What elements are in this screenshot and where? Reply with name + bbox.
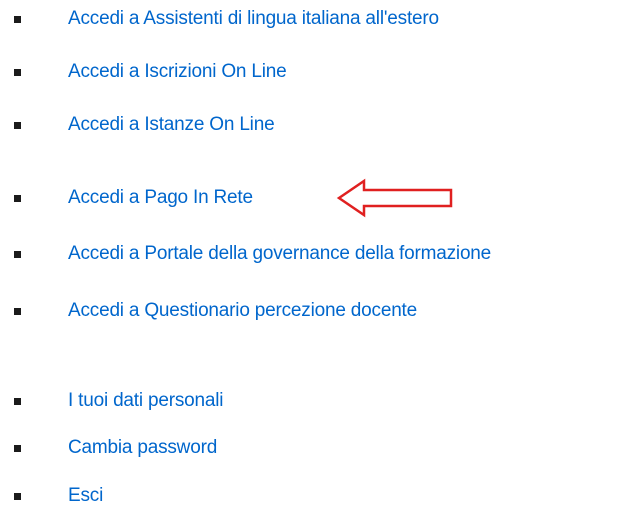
user-menu-list: Accedi a Assistenti di lingua italiana a… bbox=[0, 0, 642, 527]
bullet-icon bbox=[14, 444, 21, 452]
link-iscrizioni-online[interactable]: Accedi a Iscrizioni On Line bbox=[68, 61, 287, 83]
bullet-icon bbox=[14, 68, 21, 76]
link-esci[interactable]: Esci bbox=[68, 485, 103, 507]
bullet-icon bbox=[14, 194, 21, 202]
bullet-icon bbox=[14, 307, 21, 315]
link-assistenti-lingua[interactable]: Accedi a Assistenti di lingua italiana a… bbox=[68, 8, 439, 30]
link-pago-in-rete[interactable]: Accedi a Pago In Rete bbox=[68, 187, 253, 209]
link-portale-governance-formazione[interactable]: Accedi a Portale della governance della … bbox=[68, 243, 491, 265]
bullet-icon bbox=[14, 15, 21, 23]
bullet-icon bbox=[14, 121, 21, 129]
link-questionario-percezione-docente[interactable]: Accedi a Questionario percezione docente bbox=[68, 300, 417, 322]
link-cambia-password[interactable]: Cambia password bbox=[68, 437, 217, 459]
link-dati-personali[interactable]: I tuoi dati personali bbox=[68, 390, 223, 412]
link-istanze-online[interactable]: Accedi a Istanze On Line bbox=[68, 114, 275, 136]
bullet-icon bbox=[14, 397, 21, 405]
left-arrow-outline-icon bbox=[336, 178, 453, 218]
bullet-icon bbox=[14, 250, 21, 258]
bullet-icon bbox=[14, 492, 21, 500]
